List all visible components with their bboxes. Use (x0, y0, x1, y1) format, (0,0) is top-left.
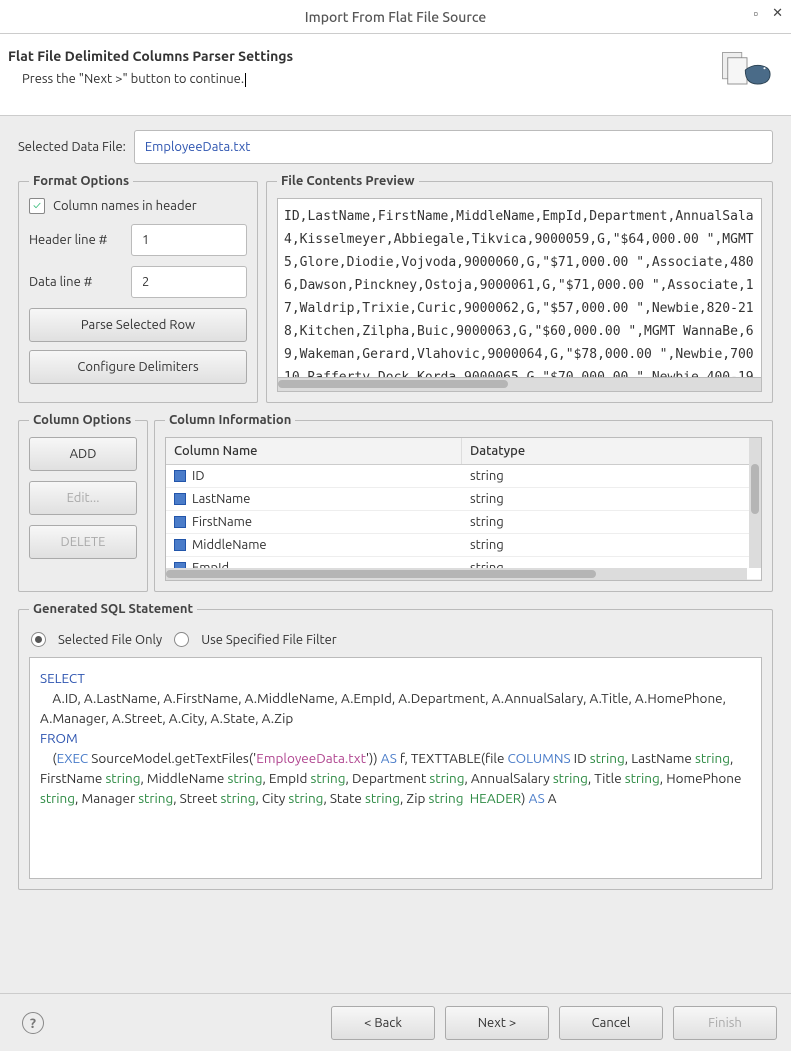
column-names-in-header-label: Column names in header (53, 199, 197, 213)
column-options-legend: Column Options (29, 413, 135, 427)
generated-sql-group: Generated SQL Statement Selected File On… (18, 602, 773, 890)
generated-sql-legend: Generated SQL Statement (29, 602, 197, 616)
table-row[interactable]: LastNamestring (166, 488, 761, 511)
configure-delimiters-button[interactable]: Configure Delimiters (29, 350, 247, 384)
grid-vscrollbar[interactable] (749, 438, 761, 568)
next-button[interactable]: Next > (445, 1006, 549, 1040)
format-options-legend: Format Options (29, 174, 133, 188)
column-information-legend: Column Information (165, 413, 295, 427)
selected-file-field[interactable]: EmployeeData.txt (134, 130, 773, 164)
wizard-footer: ? < Back Next > Cancel Finish (0, 993, 791, 1051)
add-column-button[interactable]: ADD (29, 437, 137, 471)
selected-file-label: Selected Data File: (18, 140, 126, 154)
format-options-group: Format Options ✓ Column names in header … (18, 174, 258, 403)
selected-file-only-label: Selected File Only (58, 633, 162, 647)
header-line-label: Header line # (29, 233, 123, 247)
page-subtitle: Press the "Next >" button to continue. (22, 72, 719, 87)
column-icon (174, 539, 186, 551)
file-contents-preview-group: File Contents Preview ID,LastName,FirstN… (266, 174, 773, 403)
column-names-in-header-checkbox[interactable]: ✓ (29, 198, 45, 214)
column-grid[interactable]: Column Name Datatype IDstringLastNamestr… (165, 437, 762, 581)
page-title: Flat File Delimited Columns Parser Setti… (8, 48, 719, 64)
use-file-filter-radio[interactable] (174, 632, 189, 647)
file-contents-legend: File Contents Preview (277, 174, 419, 188)
close-icon[interactable]: ✕ (772, 6, 783, 21)
column-options-group: Column Options ADD Edit... DELETE (18, 413, 148, 592)
file-contents-text[interactable]: ID,LastName,FirstName,MiddleName,EmpId,D… (277, 198, 762, 378)
table-row[interactable]: IDstring (166, 465, 761, 488)
column-icon (174, 493, 186, 505)
help-icon[interactable]: ? (22, 1012, 44, 1034)
column-information-group: Column Information Column Name Datatype … (154, 413, 773, 592)
data-line-label: Data line # (29, 275, 123, 289)
data-line-input[interactable]: 2 (131, 266, 247, 298)
use-file-filter-label: Use Specified File Filter (201, 633, 337, 647)
table-row[interactable]: FirstNamestring (166, 511, 761, 534)
window-title: Import From Flat File Source (305, 9, 486, 25)
column-icon (174, 516, 186, 528)
table-row[interactable]: MiddleNamestring (166, 534, 761, 557)
title-bar: Import From Flat File Source ▫ ✕ (0, 0, 791, 34)
edit-column-button: Edit... (29, 481, 137, 515)
column-icon (174, 470, 186, 482)
grid-header-type[interactable]: Datatype (462, 438, 761, 464)
finish-button: Finish (673, 1006, 777, 1040)
back-button[interactable]: < Back (331, 1006, 435, 1040)
grid-header-name[interactable]: Column Name (166, 438, 462, 464)
maximize-icon[interactable]: ▫ (753, 6, 758, 21)
parse-selected-row-button[interactable]: Parse Selected Row (29, 308, 247, 342)
wizard-icon (719, 48, 775, 95)
selected-file-row: Selected Data File: EmployeeData.txt (18, 130, 773, 164)
sql-text-area[interactable]: SELECT A.ID, A.LastName, A.FirstName, A.… (29, 657, 762, 879)
selected-file-only-radio[interactable] (31, 632, 46, 647)
wizard-header: Flat File Delimited Columns Parser Setti… (0, 34, 791, 116)
grid-hscrollbar[interactable] (166, 568, 747, 580)
delete-column-button: DELETE (29, 525, 137, 559)
header-line-input[interactable]: 1 (131, 224, 247, 256)
preview-hscrollbar[interactable] (277, 378, 762, 392)
cancel-button[interactable]: Cancel (559, 1006, 663, 1040)
